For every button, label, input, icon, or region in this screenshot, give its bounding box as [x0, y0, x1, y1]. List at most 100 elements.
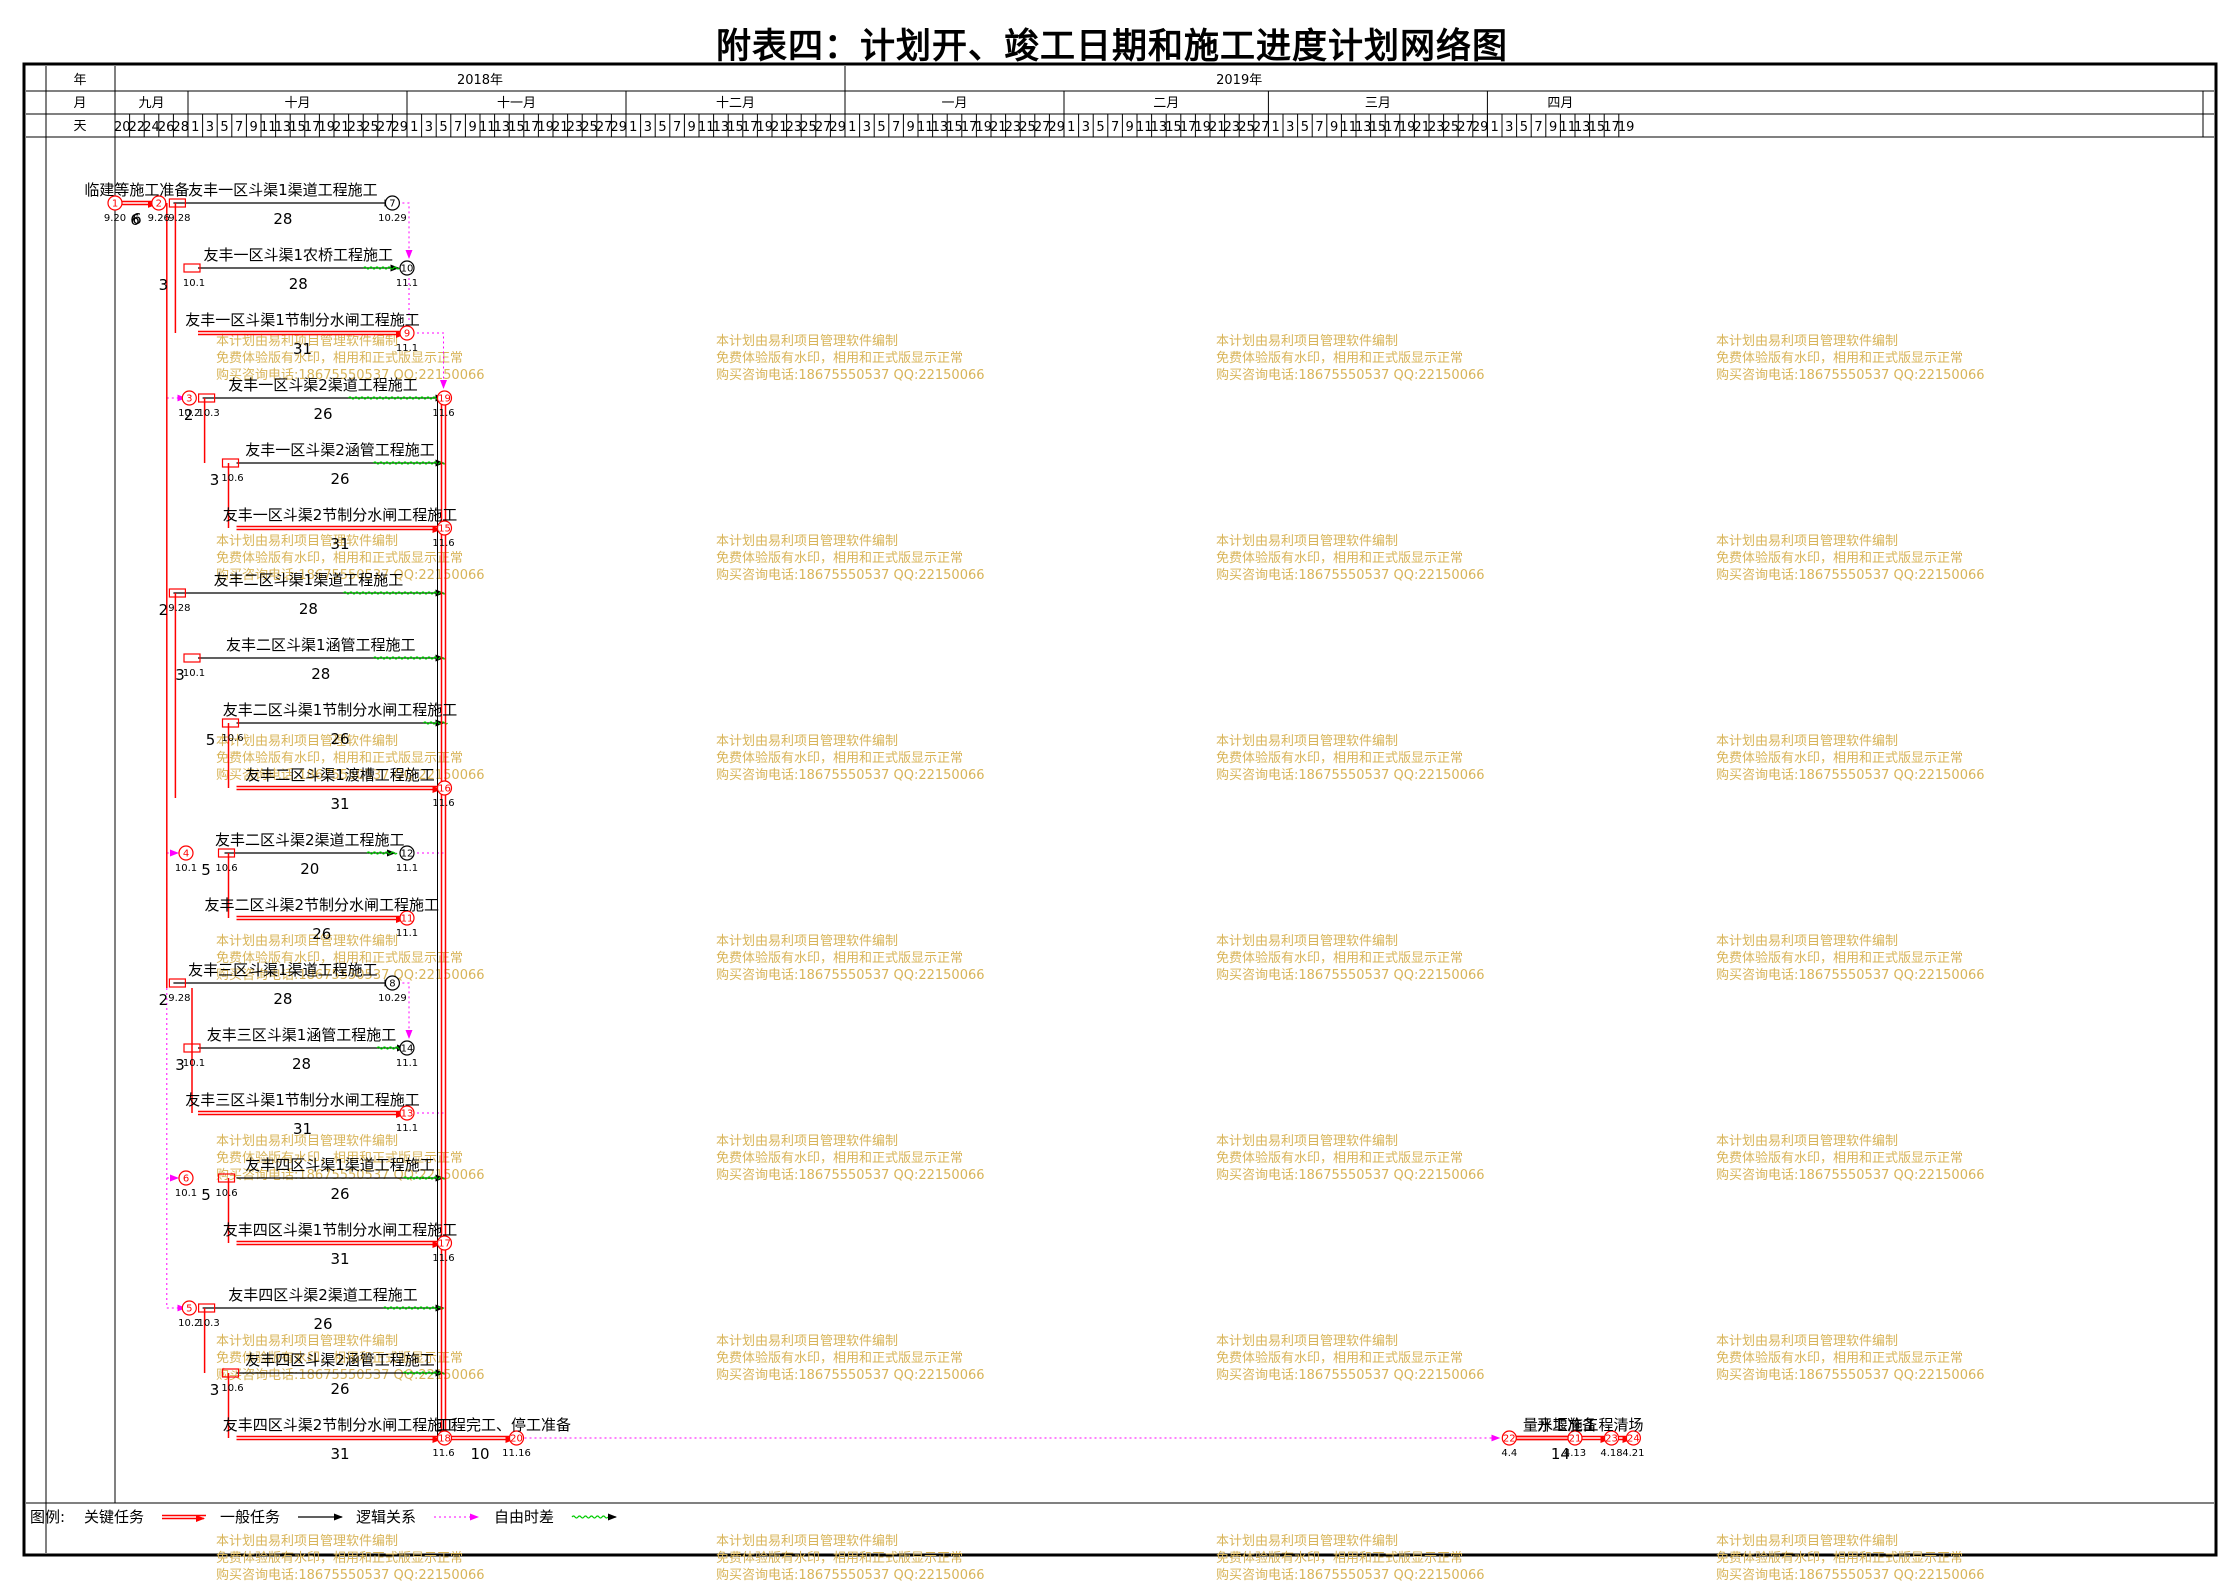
watermark: 免费体验版有水印，相用和正式版显示正常: [1716, 550, 1963, 566]
event-node[interactable]: 19: [436, 390, 453, 406]
task-bar[interactable]: [224, 849, 398, 857]
task-bar[interactable]: [236, 459, 446, 467]
task-bar[interactable]: [236, 719, 448, 727]
critical-task-bar[interactable]: [236, 525, 444, 533]
critical-task-bar[interactable]: [1509, 1435, 1612, 1443]
node-date: 10.1: [175, 863, 197, 874]
watermark: 购买咨询电话:18675550537 QQ:22150066: [1716, 967, 1985, 983]
task-name: 友丰一区斗渠1渠道工程施工: [188, 181, 378, 199]
task-name: 友丰一区斗渠1节制分水闸工程施工: [185, 311, 420, 329]
watermark: 购买咨询电话:18675550537 QQ:22150066: [1716, 567, 1985, 583]
watermark: 本计划由易利项目管理软件编制: [1216, 1334, 1398, 1349]
critical-task-bar[interactable]: [236, 915, 408, 923]
float-days: 5: [201, 861, 211, 879]
watermark: 购买咨询电话:18675550537 QQ:22150066: [716, 967, 985, 983]
task-bar[interactable]: [202, 394, 445, 402]
header-month: 十二月: [716, 96, 755, 111]
watermark: 购买咨询电话:18675550537 QQ:22150066: [716, 1167, 985, 1183]
task-duration: 26: [314, 405, 333, 423]
watermark: 购买咨询电话:18675550537 QQ:22150066: [716, 367, 985, 383]
node-date: 10.6: [221, 1383, 243, 1394]
event-node[interactable]: 16: [436, 780, 453, 796]
header-day: 9: [688, 120, 696, 135]
event-node[interactable]: 3: [181, 390, 197, 406]
header-day: 28: [172, 120, 189, 135]
node-date: 11.6: [432, 798, 454, 809]
node-date: 10.6: [215, 1188, 237, 1199]
critical-task-bar[interactable]: [236, 1240, 444, 1248]
virtual-node: [183, 263, 201, 273]
event-node[interactable]: 8: [384, 975, 400, 991]
header-month: 二月: [1153, 96, 1179, 111]
event-node[interactable]: 22: [1501, 1430, 1517, 1446]
header-day: 9: [907, 120, 915, 135]
node-date: 10.6: [221, 733, 243, 744]
node-number: 1: [112, 199, 118, 210]
critical-task-bar[interactable]: [236, 1435, 444, 1443]
task-bar[interactable]: [198, 1044, 408, 1052]
task-bar[interactable]: [198, 264, 400, 272]
task-name: 工程完工、停工准备: [436, 1416, 571, 1434]
node-date: 9.28: [168, 213, 190, 224]
watermark: 购买咨询电话:18675550537 QQ:22150066: [1216, 967, 1485, 983]
watermark: 本计划由易利项目管理软件编制: [1216, 534, 1398, 549]
header-day: 1: [629, 120, 637, 135]
node-date: 11.1: [396, 863, 418, 874]
header-row-label: 年: [73, 73, 86, 88]
watermark: 本计划由易利项目管理软件编制: [1216, 934, 1398, 949]
header-day: 1: [191, 120, 199, 135]
task-name: 友丰二区斗渠1节制分水闸工程施工: [223, 701, 458, 719]
task-duration: 31: [330, 1445, 349, 1463]
critical-task-bar[interactable]: [443, 1435, 517, 1443]
task-bar[interactable]: [202, 1304, 445, 1312]
header-day: 5: [439, 120, 447, 135]
watermark: 免费体验版有水印，相用和正式版显示正常: [1216, 950, 1463, 966]
event-node[interactable]: 6: [178, 1170, 194, 1186]
header-year: 2019年: [1216, 73, 1262, 88]
watermark: 免费体验版有水印，相用和正式版显示正常: [1216, 1150, 1463, 1166]
watermark: 本计划由易利项目管理软件编制: [1216, 734, 1398, 749]
legend-item-label: 一般任务: [220, 1508, 280, 1526]
node-date: 11.1: [396, 1058, 418, 1069]
float-days: 2: [159, 601, 169, 619]
node-date: 11.16: [502, 1448, 531, 1459]
header-day: 1: [410, 120, 418, 135]
node-number: 7: [389, 199, 395, 210]
event-node[interactable]: 4: [178, 845, 194, 861]
header-day: 9: [469, 120, 477, 135]
watermark: 本计划由易利项目管理软件编制: [1716, 1134, 1898, 1149]
float-days: 3: [210, 1381, 220, 1399]
header-day: 9: [1330, 120, 1338, 135]
header-row-label: 天: [73, 119, 86, 134]
task-duration: 28: [292, 1055, 311, 1073]
node-number: 23: [1605, 1434, 1618, 1445]
watermark: 免费体验版有水印，相用和正式版显示正常: [1216, 1550, 1463, 1566]
task-duration: 28: [311, 665, 330, 683]
float-days: 3: [159, 276, 169, 294]
watermark: 免费体验版有水印，相用和正式版显示正常: [216, 1550, 463, 1566]
task-duration: 31: [293, 340, 312, 358]
event-node[interactable]: 14: [399, 1040, 415, 1056]
watermark: 免费体验版有水印，相用和正式版显示正常: [1716, 1550, 1963, 1566]
header-day: 3: [1286, 120, 1294, 135]
watermark: 本计划由易利项目管理软件编制: [716, 534, 898, 549]
watermark: 免费体验版有水印，相用和正式版显示正常: [216, 350, 463, 366]
header-day: 29: [391, 120, 408, 135]
node-number: 20: [510, 1434, 523, 1445]
task-bar[interactable]: [198, 654, 446, 662]
event-node[interactable]: 10: [399, 260, 415, 276]
header-day: 3: [1082, 120, 1090, 135]
task-bar[interactable]: [173, 589, 446, 597]
header-day: 7: [235, 120, 243, 135]
node-date: 10.29: [378, 993, 407, 1004]
header-day: 3: [644, 120, 652, 135]
event-node[interactable]: 7: [384, 195, 400, 211]
header-month: 四月: [1547, 96, 1573, 111]
task-name: 友丰三区斗渠1节制分水闸工程施工: [185, 1091, 420, 1109]
node-date: 4.21: [1622, 1448, 1644, 1459]
node-date: 11.1: [396, 1123, 418, 1134]
critical-task-bar[interactable]: [198, 1110, 407, 1118]
event-node[interactable]: 5: [181, 1300, 197, 1316]
critical-task-bar[interactable]: [198, 330, 407, 338]
critical-task-bar[interactable]: [236, 785, 444, 793]
